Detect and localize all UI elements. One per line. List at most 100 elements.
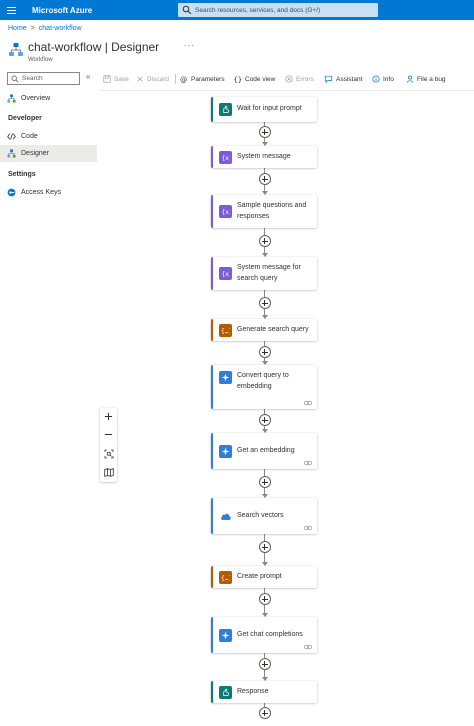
svg-text:@: @ — [180, 75, 187, 83]
top-bar: Microsoft Azure Search resources, servic… — [0, 0, 474, 20]
code-view-button[interactable]: {} Code view — [233, 72, 276, 86]
nav-item-access-keys[interactable]: Access Keys — [0, 184, 97, 201]
sparkle-icon — [219, 444, 232, 458]
add-step-button[interactable] — [258, 126, 271, 138]
more-options-button[interactable]: ··· — [184, 41, 195, 50]
workflow-step-card[interactable]: Search vectors — [211, 498, 317, 534]
minimap-button[interactable] — [100, 464, 117, 481]
workflow-step-card[interactable]: Wait for input prompt — [211, 97, 317, 122]
collapse-nav-button[interactable]: « — [86, 72, 90, 81]
nav-item-label: Designer — [21, 150, 50, 157]
page-title: chat-workflow | Designer — [28, 40, 160, 54]
workflow-step-card[interactable]: Response — [211, 681, 317, 703]
breadcrumb-home[interactable]: Home — [8, 25, 27, 32]
add-step-button[interactable] — [258, 414, 271, 426]
parameters-icon: @ — [180, 75, 187, 83]
breadcrumb-workflow[interactable]: chat-workflow — [39, 25, 82, 32]
global-search-input[interactable]: Search resources, services, and docs (G+… — [178, 3, 378, 17]
workflow-step-card[interactable]: {x} Sample questions and responses — [211, 195, 317, 228]
add-step-button[interactable] — [258, 476, 271, 488]
workflow-step-label: Create prompt — [237, 572, 282, 580]
workflow-step-label: Get an embedding — [237, 446, 295, 454]
parameters-button[interactable]: @ Parameters — [180, 72, 225, 86]
connection-link-icon — [304, 644, 312, 650]
breadcrumb-separator: > — [30, 25, 35, 32]
global-search-placeholder: Search resources, services, and docs (G+… — [195, 6, 321, 14]
zoom-in-button[interactable] — [100, 408, 117, 425]
nav-section-developer: Developer — [8, 115, 42, 122]
brand-name[interactable]: Microsoft Azure — [32, 6, 92, 15]
compose-icon: {…} — [219, 570, 232, 584]
workflow-step-card[interactable]: {…} Generate search query — [211, 319, 317, 341]
connection-link-icon — [304, 460, 312, 466]
info-button[interactable]: Info — [372, 72, 394, 86]
info-icon — [372, 75, 380, 83]
file-bug-button[interactable]: File a bug — [406, 72, 446, 86]
svg-text:{}: {} — [234, 75, 243, 83]
add-step-button[interactable] — [258, 235, 271, 247]
add-step-button[interactable] — [258, 541, 271, 553]
code-icon — [7, 133, 16, 140]
azure-portal: Microsoft Azure Search resources, servic… — [0, 0, 474, 726]
workflow-step-card[interactable]: Get an embedding — [211, 433, 317, 469]
workflow-step-card[interactable]: {…} Create prompt — [211, 566, 317, 588]
designer-icon — [7, 149, 16, 158]
nav-item-overview[interactable]: Overview — [0, 90, 97, 107]
svg-text:{x}: {x} — [221, 209, 230, 216]
sparkle-icon — [219, 371, 232, 384]
file-bug-label: File a bug — [417, 75, 446, 83]
workflow-step-label: System message for search query — [237, 264, 301, 282]
designer-toolbar: Save Discard @ Parameters {} Code view E… — [100, 72, 474, 86]
workflow-step-label: Get chat completions — [237, 630, 303, 638]
save-icon — [103, 75, 111, 83]
add-step-button[interactable] — [258, 658, 271, 670]
svg-text:{x}: {x} — [221, 271, 230, 278]
svg-text:{x}: {x} — [221, 154, 230, 161]
add-step-button[interactable] — [258, 707, 271, 719]
fit-view-button[interactable] — [100, 445, 117, 462]
variable-icon: {x} — [219, 205, 232, 218]
key-icon — [7, 188, 16, 197]
nav-item-label: Access Keys — [21, 189, 62, 196]
add-step-button[interactable] — [258, 173, 271, 185]
save-button[interactable]: Save — [103, 72, 129, 86]
nav-search-input[interactable]: Search — [7, 72, 80, 85]
sparkle-icon — [219, 628, 232, 642]
add-step-button[interactable] — [258, 297, 271, 309]
workflow-icon — [9, 43, 23, 56]
nav-item-code[interactable]: Code — [0, 128, 97, 145]
workflow-step-card[interactable]: {x} System message — [211, 146, 317, 168]
zoom-out-button[interactable] — [100, 426, 117, 443]
workflow-step-label: Wait for input prompt — [237, 105, 302, 113]
person-icon — [406, 75, 414, 83]
error-icon — [285, 75, 293, 83]
minus-icon — [104, 434, 113, 435]
braces-icon: {} — [234, 75, 243, 83]
toolbar-divider — [175, 74, 176, 84]
errors-button[interactable]: Errors — [285, 72, 314, 86]
request-icon — [219, 103, 232, 116]
map-icon — [103, 468, 114, 477]
workflow-step-label: Generate search query — [237, 325, 309, 333]
workflow-step-label: Convert query to embedding — [237, 372, 289, 390]
cloud-search-icon — [219, 509, 232, 523]
nav-item-designer[interactable]: Designer — [0, 145, 97, 162]
search-icon — [11, 75, 19, 82]
menu-icon[interactable] — [0, 0, 22, 20]
add-step-button[interactable] — [258, 593, 271, 605]
assistant-button[interactable]: Assistant — [324, 72, 362, 86]
nav-section-settings: Settings — [8, 171, 36, 178]
save-label: Save — [114, 75, 129, 83]
code-view-label: Code view — [245, 75, 276, 83]
discard-label: Discard — [147, 75, 170, 83]
workflow-step-card[interactable]: Convert query to embedding — [211, 365, 317, 409]
add-step-button[interactable] — [258, 346, 271, 358]
connection-link-icon — [304, 400, 312, 406]
close-icon — [137, 76, 143, 82]
workflow-step-card[interactable]: {x} System message for search query — [211, 257, 317, 290]
workflow-step-label: Response — [237, 687, 269, 695]
workflow-step-card[interactable]: Get chat completions — [211, 617, 317, 653]
discard-button[interactable]: Discard — [136, 72, 169, 86]
workflow-step-label: Sample questions and responses — [237, 202, 307, 220]
nav-search-placeholder: Search — [22, 75, 43, 82]
